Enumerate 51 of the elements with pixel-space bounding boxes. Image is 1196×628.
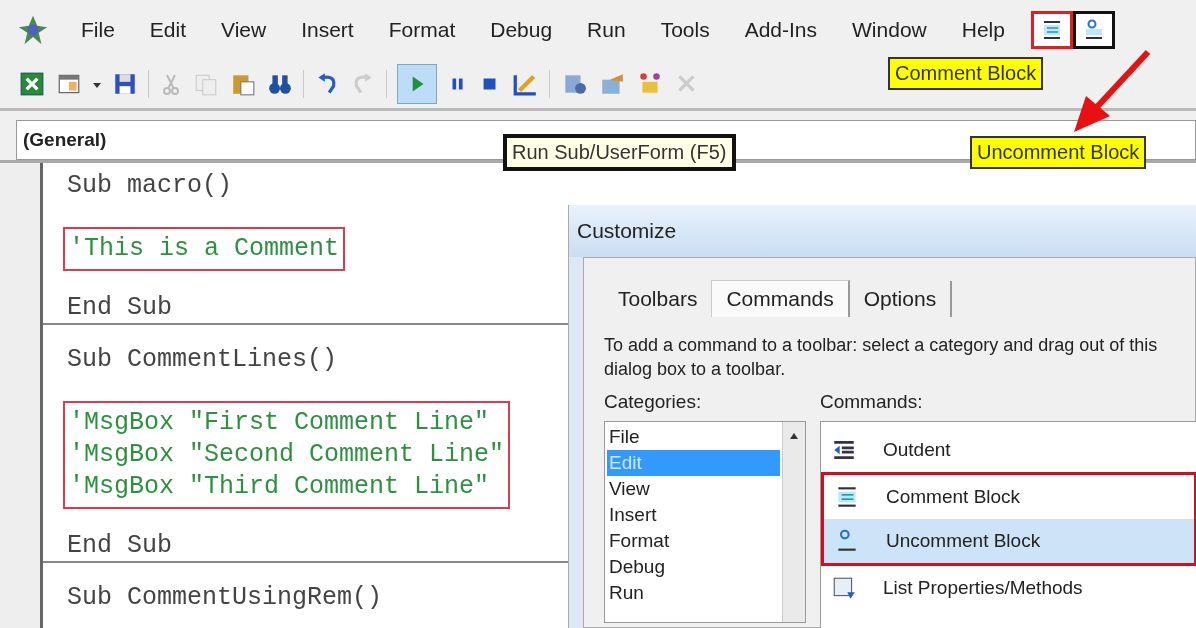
spreadsheet-icon[interactable] bbox=[18, 71, 46, 97]
command-icon bbox=[831, 575, 857, 601]
menu-item[interactable]: Format bbox=[371, 18, 474, 42]
category-item[interactable]: Debug bbox=[607, 554, 780, 580]
tab[interactable]: Options bbox=[849, 281, 953, 317]
category-item[interactable]: File bbox=[607, 424, 780, 450]
command-label: Outdent bbox=[883, 439, 951, 461]
command-label: List Properties/Methods bbox=[883, 577, 1083, 599]
category-item[interactable]: Run bbox=[607, 580, 780, 606]
tab[interactable]: Commands bbox=[711, 280, 850, 317]
menu-item[interactable]: Tools bbox=[643, 18, 728, 42]
comment-line: 'MsgBox "First Comment Line" bbox=[69, 407, 491, 439]
comment-block-icon[interactable] bbox=[1030, 11, 1073, 49]
command-label: Comment Block bbox=[886, 486, 1021, 508]
uncomment-block-icon[interactable] bbox=[1072, 11, 1115, 49]
command-label: Uncomment Block bbox=[886, 530, 1041, 552]
code-line: Sub macro() bbox=[67, 171, 233, 201]
command-item[interactable]: Uncomment Block bbox=[824, 519, 1194, 563]
comment-line: 'This is a Comment bbox=[69, 233, 340, 265]
command-item[interactable]: Outdent bbox=[821, 428, 1196, 472]
callout-label: Uncomment Block bbox=[970, 136, 1147, 169]
commands-label: Commands: bbox=[820, 391, 924, 413]
comment-line: 'MsgBox "Second Comment Line" bbox=[69, 439, 505, 471]
command-item[interactable]: List Properties/Methods bbox=[821, 566, 1196, 610]
code-line: End Sub bbox=[67, 293, 173, 323]
code-line: Sub CommentUsingRem() bbox=[67, 583, 383, 613]
category-item[interactable]: Insert bbox=[607, 502, 780, 528]
instruction-text: To add a command to a toolbar: select a category and drag out of this dialog box to a toolbar. bbox=[604, 334, 1159, 381]
save-icon[interactable] bbox=[112, 71, 138, 97]
categories-label: Categories: bbox=[604, 391, 703, 413]
tooltip: Run Sub/UserForm (F5) bbox=[503, 134, 736, 171]
code-line: Sub CommentLines() bbox=[67, 345, 338, 375]
menu-item[interactable]: Debug bbox=[473, 18, 571, 42]
menu-item[interactable]: Add-Ins bbox=[727, 18, 836, 42]
category-item[interactable]: Format bbox=[607, 528, 780, 554]
menu-item[interactable]: Run bbox=[570, 18, 644, 42]
run-button[interactable] bbox=[397, 64, 437, 104]
comment-line: 'MsgBox "Third Comment Line" bbox=[69, 471, 491, 503]
tab[interactable]: Toolbars bbox=[604, 281, 712, 317]
category-item[interactable]: View bbox=[607, 476, 780, 502]
dialog-title: Customize bbox=[577, 219, 677, 243]
menu-item[interactable]: Edit bbox=[132, 18, 205, 42]
menu-item[interactable]: Insert bbox=[284, 18, 372, 42]
callout-label: Comment Block bbox=[888, 57, 1044, 90]
menu-item[interactable]: File bbox=[64, 18, 133, 42]
menu-item[interactable]: View bbox=[204, 18, 285, 42]
code-line: End Sub bbox=[67, 531, 173, 561]
scrollbar[interactable] bbox=[782, 422, 805, 622]
menu-item[interactable]: Help bbox=[944, 18, 1023, 42]
command-item[interactable]: Comment Block bbox=[824, 475, 1194, 519]
menu-item[interactable]: Window bbox=[835, 18, 945, 42]
